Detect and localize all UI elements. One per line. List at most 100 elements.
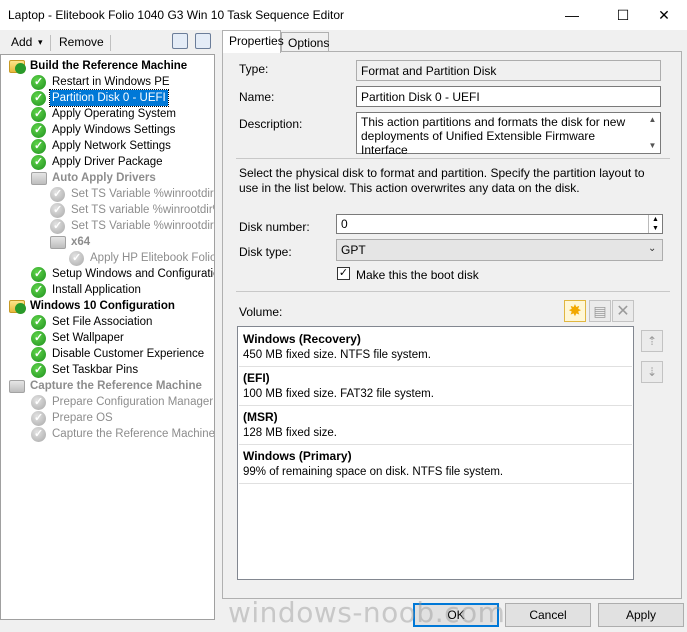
tree-item-label: Set File Association (52, 316, 153, 328)
volume-title: (MSR) (243, 410, 278, 424)
boot-disk-checkbox[interactable]: ✓ (337, 267, 350, 280)
description-label: Description: (239, 117, 303, 131)
volume-title: Windows (Recovery) (243, 332, 361, 346)
tree-item-label: Disable Customer Experience (52, 348, 205, 360)
properties-icon[interactable]: ▤ (589, 300, 611, 322)
check-circle-icon (31, 410, 46, 426)
volume-detail: 450 MB fixed size. NTFS file system. (243, 349, 431, 361)
minimize-button[interactable]: — (549, 0, 595, 30)
toolbar-divider (110, 35, 111, 51)
toolbar-divider (50, 35, 51, 51)
tree-item-label: Partition Disk 0 - UEFI (49, 89, 169, 107)
tree-item-label: Capture the Reference Machine (30, 380, 202, 392)
tree-item-label: Apply Windows Settings (52, 124, 176, 136)
volume-detail: 99% of remaining space on disk. NTFS fil… (243, 466, 504, 478)
check-circle-icon (31, 330, 46, 346)
apply-button[interactable]: Apply (598, 603, 684, 627)
volume-detail: 128 MB fixed size. (243, 427, 337, 439)
separator (236, 291, 670, 292)
move-partition-down-icon[interactable]: ⇣ (641, 361, 663, 383)
disk-number-spinner[interactable]: 0 (336, 214, 663, 234)
boot-disk-label: Make this the boot disk (356, 268, 479, 282)
add-menu-button[interactable]: Add (11, 35, 32, 49)
move-down-icon[interactable] (195, 33, 211, 49)
volume-row[interactable]: (EFI) 100 MB fixed size. FAT32 file syste… (239, 367, 632, 406)
disk-type-label: Disk type: (239, 245, 292, 259)
description-scrollbar[interactable]: ▲ ▼ (645, 113, 660, 153)
folder-icon (50, 236, 66, 249)
tree-item-label: Capture the Reference Machine (52, 428, 215, 440)
tree-item-label: Auto Apply Drivers (52, 172, 156, 184)
task-sequence-tree[interactable]: Build the Reference Machine Restart in Wi… (0, 54, 215, 620)
chevron-down-icon[interactable]: ▾ (38, 37, 43, 48)
check-circle-icon (69, 250, 84, 266)
tree-item-label: Set Wallpaper (52, 332, 124, 344)
tree-item-label: Set TS Variable %winrootdir% t (71, 188, 215, 200)
check-circle-icon (31, 266, 46, 282)
volume-row[interactable]: (MSR) 128 MB fixed size. (239, 406, 632, 445)
check-circle-icon (31, 106, 46, 122)
type-field: Format and Partition Disk (356, 60, 661, 81)
name-field[interactable]: Partition Disk 0 - UEFI (356, 86, 661, 107)
volume-row[interactable]: Windows (Recovery) 450 MB fixed size. NTF… (239, 328, 632, 367)
disk-type-select[interactable]: GPT (336, 239, 663, 261)
spinner-arrows-icon[interactable]: ▲ ▼ (648, 215, 662, 233)
volume-detail: 100 MB fixed size. FAT32 file system. (243, 388, 434, 400)
type-label: Type: (239, 62, 269, 76)
watermark: windows-noob.com (228, 596, 506, 629)
tree-item-label: Install Application (52, 284, 141, 296)
instructions-text: Select the physical disk to format and p… (239, 166, 645, 195)
tree-item-label: Apply Network Settings (52, 140, 171, 152)
window-title: Laptop - Elitebook Folio 1040 G3 Win 10 … (8, 8, 344, 22)
remove-button[interactable]: Remove (59, 35, 104, 49)
tree-item-label: x64 (71, 236, 91, 248)
check-circle-icon (31, 346, 46, 362)
title-bar: Laptop - Elitebook Folio 1040 G3 Win 10 … (0, 0, 687, 30)
move-partition-up-icon[interactable]: ⇡ (641, 330, 663, 352)
name-label: Name: (239, 90, 275, 104)
check-circle-icon (50, 186, 65, 202)
folder-icon (9, 300, 26, 314)
volume-row[interactable]: Windows (Primary) 99% of remaining space … (239, 445, 632, 484)
tree-item-label: Prepare OS (52, 412, 113, 424)
chevron-down-icon[interactable]: ⌄ (648, 243, 656, 254)
check-circle-icon (31, 362, 46, 378)
maximize-button[interactable]: ☐ (600, 0, 646, 30)
tree-item-label: Set TS variable %winrootdir% t (71, 204, 215, 216)
cancel-button[interactable]: Cancel (505, 603, 591, 627)
tree-item-label: Restart in Windows PE (52, 76, 170, 88)
check-circle-icon (50, 218, 65, 234)
tree-item-label: Setup Windows and Configuration (52, 268, 215, 280)
delete-icon[interactable]: ✕ (612, 300, 634, 322)
tree-item-label: Apply Driver Package (52, 156, 163, 168)
volume-title: Windows (Primary) (243, 449, 352, 463)
disk-number-label: Disk number: (239, 220, 310, 234)
check-circle-icon (50, 202, 65, 218)
folder-icon (9, 380, 25, 393)
tree-item-label: Build the Reference Machine (30, 60, 188, 72)
check-circle-icon (31, 138, 46, 154)
new-partition-icon[interactable]: ✸ (564, 300, 586, 322)
folder-icon (31, 172, 47, 185)
tab-properties[interactable]: Properties (222, 30, 284, 53)
tree-item-label: Windows 10 Configuration (30, 300, 175, 312)
check-circle-icon (31, 74, 46, 90)
tree-item-label: Apply Operating System (52, 108, 177, 120)
check-circle-icon (31, 154, 46, 170)
tree-item-label: Apply HP Elitebook Folio 1 (90, 252, 215, 264)
move-up-icon[interactable] (172, 33, 188, 49)
tab-options[interactable]: Options (281, 32, 329, 53)
close-button[interactable]: ✕ (641, 0, 687, 30)
check-circle-icon (31, 394, 46, 410)
volume-list[interactable]: Windows (Recovery) 450 MB fixed size. NTF… (237, 326, 634, 580)
description-field[interactable]: This action partitions and formats the d… (356, 112, 661, 157)
check-circle-icon (31, 122, 46, 138)
check-circle-icon (31, 314, 46, 330)
check-circle-icon (31, 426, 46, 442)
separator (236, 158, 670, 159)
tree-item-label: Prepare Configuration Manager Cli (52, 396, 215, 408)
tree-toolbar: Add ▾ Remove (0, 30, 218, 54)
check-circle-icon (31, 90, 46, 106)
volume-title: (EFI) (243, 371, 270, 385)
tree-item-label: Set Taskbar Pins (52, 364, 139, 376)
